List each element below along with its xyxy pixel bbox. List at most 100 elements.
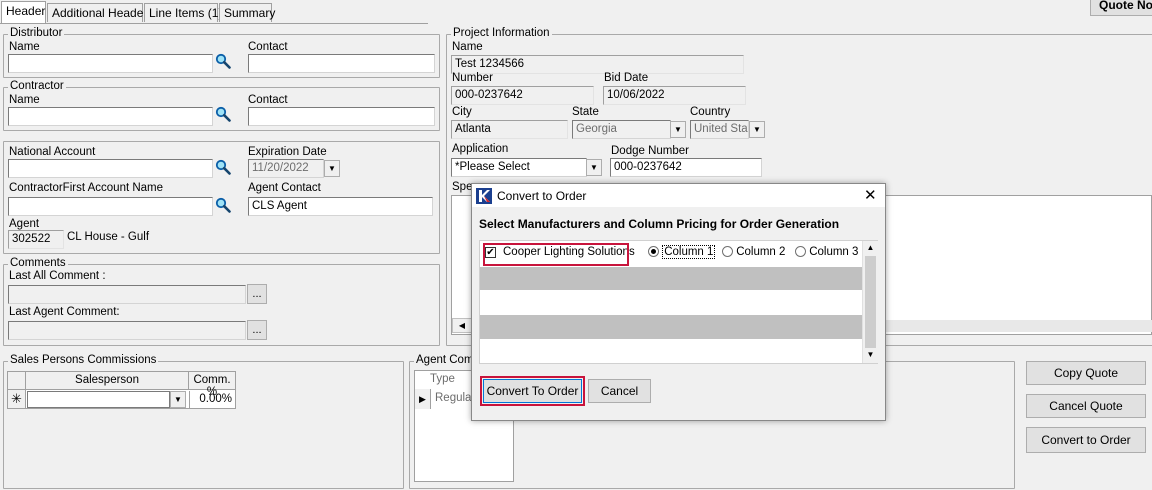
list-row-gray xyxy=(480,315,862,339)
comm-column-header[interactable]: Comm. % xyxy=(189,372,235,398)
sales-commissions-title: Sales Persons Commissions xyxy=(8,354,159,366)
quote-number-button[interactable]: Quote No xyxy=(1090,0,1152,16)
project-number-label: Number xyxy=(452,72,493,84)
country-select[interactable]: United State xyxy=(690,120,749,139)
distributor-name-input[interactable] xyxy=(8,54,213,73)
dialog-cancel-label: Cancel xyxy=(600,384,639,398)
list-scrollbar[interactable]: ▲ ▼ xyxy=(862,241,878,363)
tab-divider xyxy=(0,23,428,24)
arrow-left-icon: ◀ xyxy=(458,321,466,330)
quote-number-label: Quote No xyxy=(1099,0,1152,12)
state-label: State xyxy=(572,106,599,118)
new-row-icon: ✳ xyxy=(8,390,26,408)
scroll-down-icon[interactable]: ▼ xyxy=(863,348,878,362)
type-cell[interactable]: Regula xyxy=(435,392,471,404)
column-3-option[interactable]: Column 3 xyxy=(795,246,858,258)
national-account-label: National Account xyxy=(9,146,96,158)
distributor-name-label: Name xyxy=(9,41,40,53)
distributor-search-icon[interactable] xyxy=(215,53,231,69)
last-agent-comment-input xyxy=(8,321,246,340)
city-label: City xyxy=(452,106,472,118)
last-all-comment-label: Last All Comment : xyxy=(9,270,106,282)
cancel-quote-label: Cancel Quote xyxy=(1049,399,1123,413)
project-number-field: 000-0237642 xyxy=(451,86,594,105)
national-account-search-icon[interactable] xyxy=(215,159,231,175)
expiration-date-label: Expiration Date xyxy=(248,146,327,158)
tab-line-items[interactable]: Line Items (1) xyxy=(144,3,222,22)
agent-commissions-title: Agent Com xyxy=(414,354,476,366)
agent-contact-input[interactable]: CLS Agent xyxy=(248,197,433,216)
convert-to-order-label: Convert to Order xyxy=(1041,433,1131,447)
grid-corner xyxy=(8,372,26,390)
tab-label: Summary xyxy=(224,6,276,20)
application-label: Application xyxy=(452,143,509,155)
dialog-cancel-button[interactable]: Cancel xyxy=(588,379,651,403)
expiration-date-input[interactable]: 11/20/2022 xyxy=(248,159,324,178)
close-icon[interactable]: ✕ xyxy=(864,186,877,204)
last-all-comment-input xyxy=(8,285,246,304)
application-select[interactable]: *Please Select xyxy=(451,158,587,177)
ellipsis-label: ... xyxy=(252,288,262,300)
bid-date-label: Bid Date xyxy=(604,72,649,84)
manufacturer-highlight xyxy=(483,243,629,266)
expiration-date-dropdown[interactable]: ▼ xyxy=(324,160,340,177)
copy-quote-button[interactable]: Copy Quote xyxy=(1026,361,1146,385)
scroll-up-icon[interactable]: ▲ xyxy=(863,241,878,255)
spec-scrollbar[interactable] xyxy=(884,320,1152,332)
application-dropdown[interactable]: ▼ xyxy=(586,159,602,176)
column-2-label: Column 2 xyxy=(736,246,786,258)
dialog-title: Convert to Order xyxy=(497,189,587,203)
column-1-option[interactable]: Column 1 xyxy=(648,245,716,259)
scroll-left-button[interactable]: ◀ xyxy=(452,318,472,333)
project-info-title: Project Information xyxy=(451,27,552,39)
row-pointer-icon: ▶ xyxy=(415,389,431,409)
country-dropdown[interactable]: ▼ xyxy=(749,121,765,138)
cancel-quote-button[interactable]: Cancel Quote xyxy=(1026,394,1146,418)
contractor-name-label: Name xyxy=(9,94,40,106)
column-2-option[interactable]: Column 2 xyxy=(722,246,785,258)
contractor-contact-label: Contact xyxy=(248,94,288,106)
contractor-contact-input[interactable] xyxy=(248,107,435,126)
contractorfirst-account-input[interactable] xyxy=(8,197,213,216)
column-1-label: Column 1 xyxy=(662,245,716,259)
radio-icon xyxy=(795,246,806,258)
spec-label: Spe xyxy=(452,181,473,193)
salesperson-column-header[interactable]: Salesperson xyxy=(26,372,189,390)
convert-to-order-dialog: Convert to Order ✕ Select Manufacturers … xyxy=(471,183,886,421)
national-account-input[interactable] xyxy=(8,159,213,178)
salesperson-select[interactable] xyxy=(27,391,170,408)
tab-header[interactable]: Header xyxy=(1,1,46,24)
dialog-heading: Select Manufacturers and Column Pricing … xyxy=(479,217,840,231)
agent-code: 302522 xyxy=(8,230,64,249)
tab-label: Header xyxy=(6,4,46,18)
state-select[interactable]: Georgia xyxy=(572,120,671,139)
agent-contact-label: Agent Contact xyxy=(248,182,321,194)
chevron-down-icon: ▼ xyxy=(328,164,336,173)
distributor-contact-input[interactable] xyxy=(248,54,435,73)
tab-label: Line Items (1) xyxy=(149,6,223,20)
comm-percent-cell[interactable]: 0.00% xyxy=(189,391,235,408)
chevron-down-icon: ▼ xyxy=(674,125,682,134)
tab-summary[interactable]: Summary xyxy=(219,3,276,22)
salesperson-dropdown[interactable]: ▼ xyxy=(170,391,186,408)
chevron-down-icon: ▼ xyxy=(753,125,761,134)
radio-icon xyxy=(648,246,659,258)
scroll-thumb[interactable] xyxy=(865,256,876,348)
ellipsis-label: ... xyxy=(252,324,262,336)
contractorfirst-search-icon[interactable] xyxy=(215,197,231,213)
dodge-number-input[interactable]: 000-0237642 xyxy=(610,158,762,177)
contractor-title: Contractor xyxy=(8,80,66,92)
state-dropdown[interactable]: ▼ xyxy=(670,121,686,138)
radio-icon xyxy=(722,246,733,258)
last-agent-comment-button[interactable]: ... xyxy=(247,320,267,340)
project-name-label: Name xyxy=(452,41,483,53)
tab-label: Additional Header xyxy=(52,6,148,20)
list-row-gray xyxy=(480,267,862,290)
contractor-name-input[interactable] xyxy=(8,107,213,126)
tab-additional-header[interactable]: Additional Header xyxy=(47,3,147,22)
convert-to-order-button[interactable]: Convert to Order xyxy=(1026,427,1146,453)
last-all-comment-button[interactable]: ... xyxy=(247,284,267,304)
contractor-search-icon[interactable] xyxy=(215,106,231,122)
chevron-down-icon: ▼ xyxy=(590,163,598,172)
type-column-header[interactable]: Type xyxy=(430,373,455,385)
